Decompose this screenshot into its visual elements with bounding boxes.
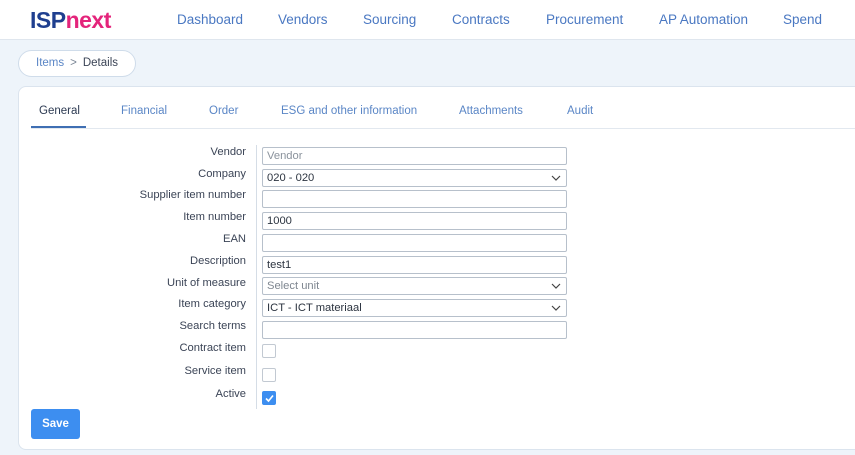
item-details-card: General Financial Order ESG and other in… (18, 86, 855, 450)
breadcrumb: Items > Details (18, 50, 136, 77)
unit-of-measure-select[interactable]: Select unit (262, 277, 567, 295)
form-divider (256, 145, 257, 409)
chevron-down-icon (551, 305, 561, 311)
ean-input[interactable] (262, 234, 567, 252)
check-icon (265, 394, 274, 403)
item-category-label: Item category (178, 298, 246, 310)
chevron-down-icon (551, 283, 561, 289)
description-label: Description (190, 255, 246, 267)
contract-item-checkbox[interactable] (262, 344, 276, 358)
tab-bar: General Financial Order ESG and other in… (31, 87, 855, 129)
tab-general[interactable]: General (39, 105, 80, 117)
item-number-label: Item number (183, 211, 246, 223)
nav-spend[interactable]: Spend (783, 12, 822, 27)
supplier-item-number-input[interactable] (262, 190, 567, 208)
contract-item-label: Contract item (179, 342, 246, 354)
unit-of-measure-placeholder: Select unit (267, 280, 320, 292)
tab-order[interactable]: Order (209, 105, 238, 117)
company-select[interactable]: 020 - 020 (262, 169, 567, 187)
service-item-label: Service item (184, 365, 246, 377)
nav-dashboard[interactable]: Dashboard (177, 12, 243, 27)
unit-of-measure-label: Unit of measure (167, 277, 246, 289)
active-label: Active (215, 388, 246, 400)
breadcrumb-current: Details (82, 57, 118, 69)
service-item-checkbox[interactable] (262, 368, 276, 382)
item-category-select-value: ICT - ICT materiaal (267, 302, 362, 314)
item-number-input[interactable] (262, 212, 567, 230)
ispnext-logo[interactable]: ISPnext (30, 7, 111, 34)
description-input[interactable] (262, 256, 567, 274)
vendor-input[interactable] (262, 147, 567, 165)
nav-sourcing[interactable]: Sourcing (363, 12, 416, 27)
active-tab-indicator (31, 126, 86, 128)
tab-audit[interactable]: Audit (567, 105, 593, 117)
chevron-down-icon (551, 175, 561, 181)
company-select-value: 020 - 020 (267, 172, 315, 184)
company-label: Company (198, 168, 246, 180)
vendor-label: Vendor (210, 146, 246, 158)
breadcrumb-items-link[interactable]: Items (36, 57, 64, 69)
ean-label: EAN (222, 233, 246, 245)
tab-attachments[interactable]: Attachments (459, 105, 523, 117)
save-button[interactable]: Save (31, 409, 80, 439)
nav-contracts[interactable]: Contracts (452, 12, 510, 27)
tab-financial[interactable]: Financial (121, 105, 167, 117)
nav-procurement[interactable]: Procurement (546, 12, 623, 27)
top-navigation-bar: ISPnext Dashboard Vendors Sourcing Contr… (0, 0, 855, 40)
search-terms-label: Search terms (179, 320, 246, 332)
search-terms-input[interactable] (262, 321, 567, 339)
nav-vendors[interactable]: Vendors (278, 12, 328, 27)
active-checkbox[interactable] (262, 391, 276, 405)
breadcrumb-separator: > (70, 57, 77, 69)
tab-esg[interactable]: ESG and other information (281, 105, 417, 117)
supplier-item-number-label: Supplier item number (139, 189, 246, 201)
logo-text-next: next (65, 7, 112, 33)
logo-text-isp: ISP (30, 7, 66, 33)
item-category-select[interactable]: ICT - ICT materiaal (262, 299, 567, 317)
nav-ap-automation[interactable]: AP Automation (659, 12, 748, 27)
